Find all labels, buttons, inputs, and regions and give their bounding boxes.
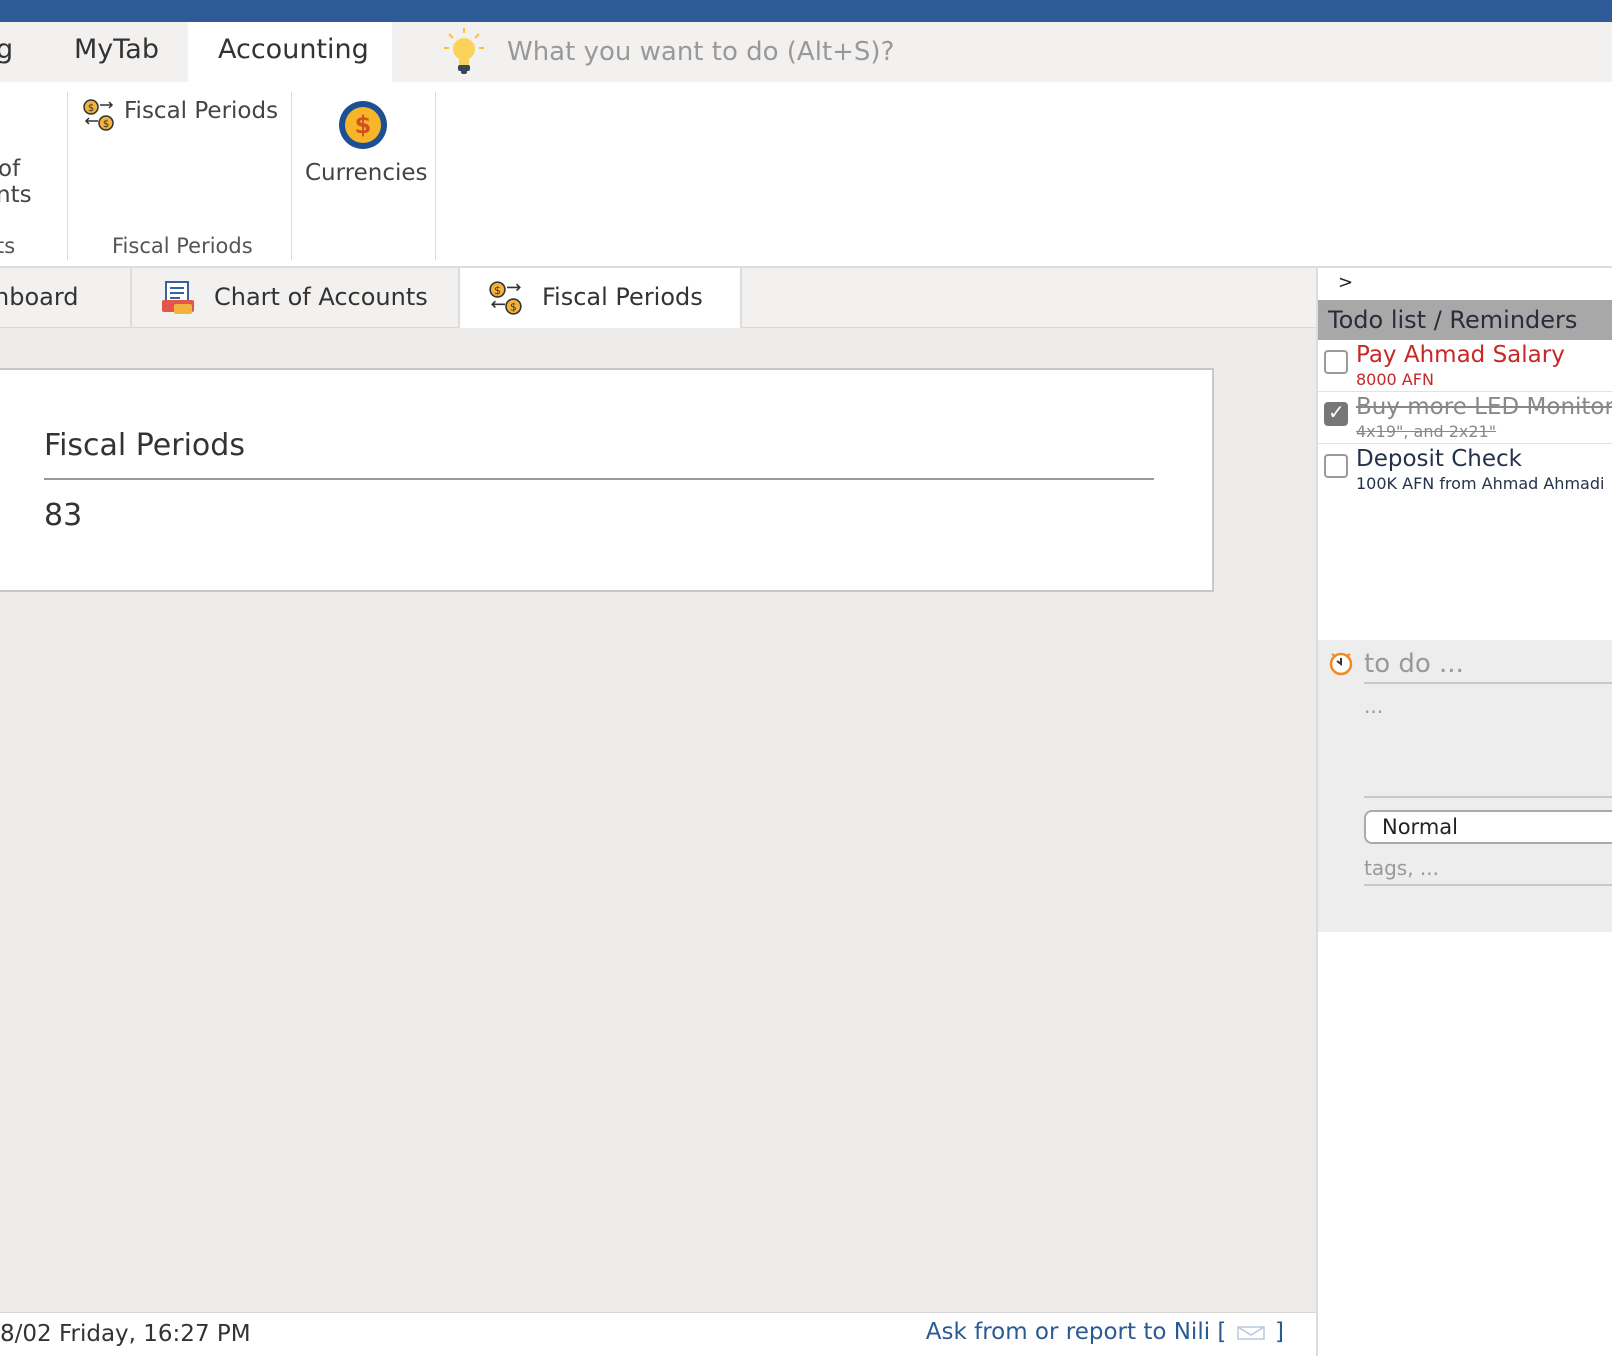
status-date-time: 8/02 Friday, 16:27 PM bbox=[0, 1321, 251, 1347]
search-input[interactable] bbox=[507, 32, 1127, 72]
todo-title-input[interactable] bbox=[1364, 646, 1612, 684]
todo-title: Deposit Check bbox=[1356, 446, 1522, 472]
fiscal-periods-card: Fiscal Periods 83 bbox=[0, 368, 1214, 592]
group-divider bbox=[435, 92, 436, 260]
new-todo-form: Normal bbox=[1318, 640, 1612, 932]
todo-subtitle: 4x19", and 2x21" bbox=[1356, 422, 1497, 441]
window-top-bar bbox=[0, 0, 1612, 22]
card-count-value: 83 bbox=[44, 498, 83, 533]
ask-nili-text: Ask from or report to Nili [ bbox=[925, 1319, 1227, 1345]
ribbon-body: of nts ts $ $ Fiscal Periods Fiscal Peri… bbox=[0, 82, 1612, 268]
svg-text:$: $ bbox=[510, 302, 517, 314]
panel-toggle-button[interactable]: > bbox=[1338, 272, 1353, 293]
tab-dashboard-label: hboard bbox=[0, 283, 79, 311]
group-label-fiscal-periods: Fiscal Periods bbox=[112, 234, 253, 258]
status-bar: 8/02 Friday, 16:27 PM Ask from or report… bbox=[0, 1312, 1316, 1356]
currencies-label: Currencies bbox=[305, 160, 428, 186]
svg-text:$: $ bbox=[355, 111, 372, 139]
todo-checkbox[interactable] bbox=[1324, 400, 1348, 426]
mail-icon bbox=[1236, 1325, 1265, 1340]
todo-title: Pay Ahmad Salary bbox=[1356, 342, 1565, 368]
currencies-button[interactable]: $ Currencies bbox=[298, 100, 428, 210]
svg-text:$: $ bbox=[103, 119, 109, 130]
ribbon-tab-mytab[interactable]: MyTab bbox=[74, 22, 159, 82]
ribbon-tab-accounting[interactable]: Accounting bbox=[188, 22, 392, 82]
todo-list-header: Todo list / Reminders bbox=[1318, 300, 1612, 340]
ask-nili-close: ] bbox=[1275, 1319, 1284, 1345]
tab-chart-of-accounts-label: Chart of Accounts bbox=[214, 283, 428, 311]
todo-item[interactable]: Buy more LED Monitors 4x19", and 2x21" bbox=[1318, 392, 1612, 444]
card-divider bbox=[44, 478, 1154, 480]
svg-text:$: $ bbox=[494, 285, 501, 297]
todo-subtitle: 8000 AFN bbox=[1356, 370, 1434, 389]
ask-nili-link[interactable]: Ask from or report to Nili [ ] bbox=[926, 1319, 1284, 1345]
lightbulb-icon bbox=[444, 28, 484, 74]
chart-of-accounts-button[interactable]: of nts bbox=[0, 156, 64, 216]
fiscal-periods-ribbon-button[interactable]: $ $ Fiscal Periods bbox=[82, 98, 282, 134]
currency-coin-icon: $ bbox=[339, 101, 387, 149]
tab-fiscal-periods-label: Fiscal Periods bbox=[542, 283, 703, 311]
fiscal-periods-ribbon-label: Fiscal Periods bbox=[124, 98, 279, 124]
todo-description-input[interactable] bbox=[1364, 694, 1612, 798]
todo-item[interactable]: Deposit Check 100K AFN from Ahmad Ahmadi bbox=[1318, 444, 1612, 496]
todo-title: Buy more LED Monitors bbox=[1356, 394, 1612, 420]
tags-input[interactable] bbox=[1364, 852, 1612, 886]
chart-of-accounts-label-line2: nts bbox=[0, 182, 32, 208]
tab-fiscal-periods[interactable]: $ $ Fiscal Periods bbox=[460, 268, 742, 328]
todo-checkbox[interactable] bbox=[1324, 350, 1348, 374]
group-divider bbox=[291, 92, 292, 260]
fiscal-periods-icon: $ $ bbox=[83, 99, 114, 131]
group-divider bbox=[67, 92, 68, 260]
card-title: Fiscal Periods bbox=[44, 428, 245, 463]
group-label-accounts: ts bbox=[0, 234, 16, 258]
svg-text:$: $ bbox=[88, 103, 94, 114]
chart-of-accounts-label-line1: of bbox=[0, 156, 21, 182]
main-content: Fiscal Periods 83 bbox=[0, 328, 1316, 1312]
fiscal-periods-icon: $ $ bbox=[489, 281, 522, 315]
chart-of-accounts-icon bbox=[162, 281, 194, 314]
todo-subtitle: 100K AFN from Ahmad Ahmadi bbox=[1356, 474, 1605, 493]
ribbon-tab-bar: g MyTab Accounting bbox=[0, 22, 1612, 82]
ribbon-tab-partial[interactable]: g bbox=[0, 22, 36, 82]
document-tab-bar: hboard Chart of Accounts $ $ Fiscal Peri… bbox=[0, 268, 1316, 328]
priority-select[interactable]: Normal bbox=[1364, 810, 1612, 844]
todo-side-panel: > Todo list / Reminders Pay Ahmad Salary… bbox=[1316, 268, 1612, 1356]
tab-dashboard[interactable]: hboard bbox=[0, 268, 132, 328]
todo-item[interactable]: Pay Ahmad Salary 8000 AFN bbox=[1318, 340, 1612, 392]
tab-chart-of-accounts[interactable]: Chart of Accounts bbox=[132, 268, 460, 328]
alarm-clock-icon[interactable] bbox=[1328, 650, 1354, 676]
todo-checkbox[interactable] bbox=[1324, 454, 1348, 478]
